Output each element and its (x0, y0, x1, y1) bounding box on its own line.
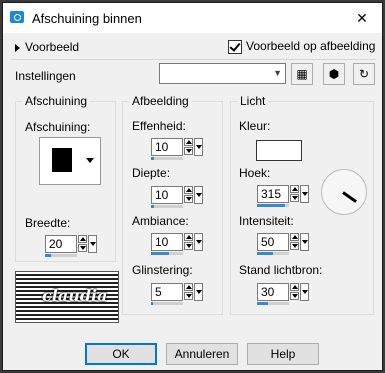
ambience-stepper[interactable]: 10 (151, 233, 203, 255)
spin-down-icon[interactable] (290, 242, 299, 250)
spin-up-icon[interactable] (78, 235, 87, 243)
elevation-input[interactable]: 30 (257, 283, 289, 301)
shininess-slider-fill (151, 302, 153, 305)
spin-up-icon[interactable] (184, 233, 193, 241)
intensity-stepper[interactable]: 50 (257, 233, 309, 255)
spin-up-icon[interactable] (290, 283, 299, 291)
separator (11, 59, 376, 60)
spin-dropdown-icon[interactable] (194, 233, 203, 251)
elevation-slider-fill (257, 302, 268, 305)
intensity-slider-fill (257, 252, 273, 255)
chevron-down-icon[interactable]: ▼ (273, 68, 282, 78)
dialog-window: Afschuining binnen ✕ Voorbeeld Voorbeeld… (2, 2, 383, 371)
spin-up-icon[interactable] (290, 185, 299, 193)
spin-dropdown-icon[interactable] (300, 283, 309, 301)
shininess-input[interactable]: 5 (151, 283, 183, 301)
ambience-slider-fill (151, 252, 169, 255)
preview-toggle[interactable]: Voorbeeld (15, 40, 79, 54)
claudia-logo: claudia (15, 271, 119, 323)
settings-label: Instellingen (15, 69, 76, 83)
depth-stepper[interactable]: 10 (151, 186, 203, 208)
spin-dropdown-icon[interactable] (194, 283, 203, 301)
spin-down-icon[interactable] (184, 242, 193, 250)
reset-icon[interactable]: ↻ (353, 63, 375, 85)
elevation-label: Stand lichtbron: (239, 263, 323, 277)
ambience-slider-track[interactable] (151, 252, 183, 255)
spin-dropdown-icon[interactable] (194, 186, 203, 204)
chevron-down-icon (86, 158, 94, 163)
bevel-shape-preview-icon (52, 148, 72, 172)
close-icon[interactable]: ✕ (349, 7, 375, 29)
bevel-group-title: Afschuining (22, 94, 91, 108)
expand-triangle-icon (15, 43, 20, 52)
intensity-label: Intensiteit: (239, 214, 294, 228)
smoothness-slider-fill (151, 157, 155, 160)
ambience-input[interactable]: 10 (151, 233, 183, 251)
angle-dial[interactable] (321, 169, 367, 215)
bevel-shape-label: Afschuining: (25, 120, 91, 134)
spin-up-icon[interactable] (184, 138, 193, 146)
smoothness-stepper[interactable]: 10 (151, 138, 203, 160)
cancel-button[interactable]: Annuleren (166, 343, 238, 365)
angle-slider-fill (257, 204, 285, 207)
help-button[interactable]: Help (247, 343, 319, 365)
spin-down-icon[interactable] (184, 147, 193, 155)
intensity-input[interactable]: 50 (257, 233, 289, 251)
ambience-label: Ambiance: (132, 214, 189, 228)
window-title: Afschuining binnen (32, 11, 142, 26)
logo-text: claudia (42, 286, 108, 305)
settings-combobox[interactable]: ▼ (159, 63, 286, 84)
light-group-title: Licht (237, 94, 269, 108)
spin-down-icon[interactable] (290, 292, 299, 300)
depth-slider-fill (151, 205, 155, 208)
spin-up-icon[interactable] (184, 283, 193, 291)
depth-label: Diepte: (132, 166, 171, 180)
elevation-slider-track[interactable] (257, 302, 289, 305)
smoothness-label: Effenheid: (132, 119, 186, 133)
smoothness-input[interactable]: 10 (151, 138, 183, 156)
spin-dropdown-icon[interactable] (300, 185, 309, 203)
checkbox-checked-icon[interactable] (228, 39, 242, 54)
preview-toggle-label: Voorbeeld (25, 40, 80, 54)
preview-on-image-checkbox[interactable]: Voorbeeld op afbeelding (228, 39, 375, 54)
shininess-slider-track[interactable] (151, 302, 183, 305)
ok-button[interactable]: OK (85, 343, 157, 365)
width-label: Breedte: (25, 216, 71, 230)
spin-dropdown-icon[interactable] (300, 233, 309, 251)
intensity-slider-track[interactable] (257, 252, 289, 255)
save-icon[interactable]: ▦ (291, 63, 313, 85)
shininess-stepper[interactable]: 5 (151, 283, 203, 305)
width-slider-fill (45, 254, 52, 257)
spin-dropdown-icon[interactable] (88, 235, 97, 253)
width-stepper[interactable]: 20 (45, 235, 97, 257)
smoothness-slider-track[interactable] (151, 157, 183, 160)
angle-input[interactable]: 315 (257, 185, 289, 203)
preview-on-image-label: Voorbeeld op afbeelding (246, 39, 376, 53)
spin-up-icon[interactable] (184, 186, 193, 194)
dial-needle-icon (342, 191, 357, 203)
color-label: Kleur: (239, 119, 271, 133)
spin-down-icon[interactable] (78, 244, 87, 252)
shininess-label: Glinstering: (132, 263, 193, 277)
light-color-swatch[interactable] (256, 140, 302, 161)
angle-label: Hoek: (239, 166, 271, 180)
title-bar: Afschuining binnen ✕ (3, 3, 382, 33)
depth-input[interactable]: 10 (151, 186, 183, 204)
image-group-title: Afbeelding (129, 94, 192, 108)
app-icon (10, 11, 24, 23)
angle-stepper[interactable]: 315 (257, 185, 309, 207)
elevation-stepper[interactable]: 30 (257, 283, 309, 305)
spin-dropdown-icon[interactable] (194, 138, 203, 156)
angle-slider-track[interactable] (257, 204, 289, 207)
spin-down-icon[interactable] (290, 194, 299, 202)
width-slider-track[interactable] (45, 254, 77, 257)
bevel-shape-selector[interactable] (39, 137, 101, 185)
spin-up-icon[interactable] (290, 233, 299, 241)
spin-down-icon[interactable] (184, 195, 193, 203)
depth-slider-track[interactable] (151, 205, 183, 208)
spin-down-icon[interactable] (184, 292, 193, 300)
cube-icon[interactable]: ⬢ (323, 63, 345, 85)
width-input[interactable]: 20 (45, 235, 77, 253)
